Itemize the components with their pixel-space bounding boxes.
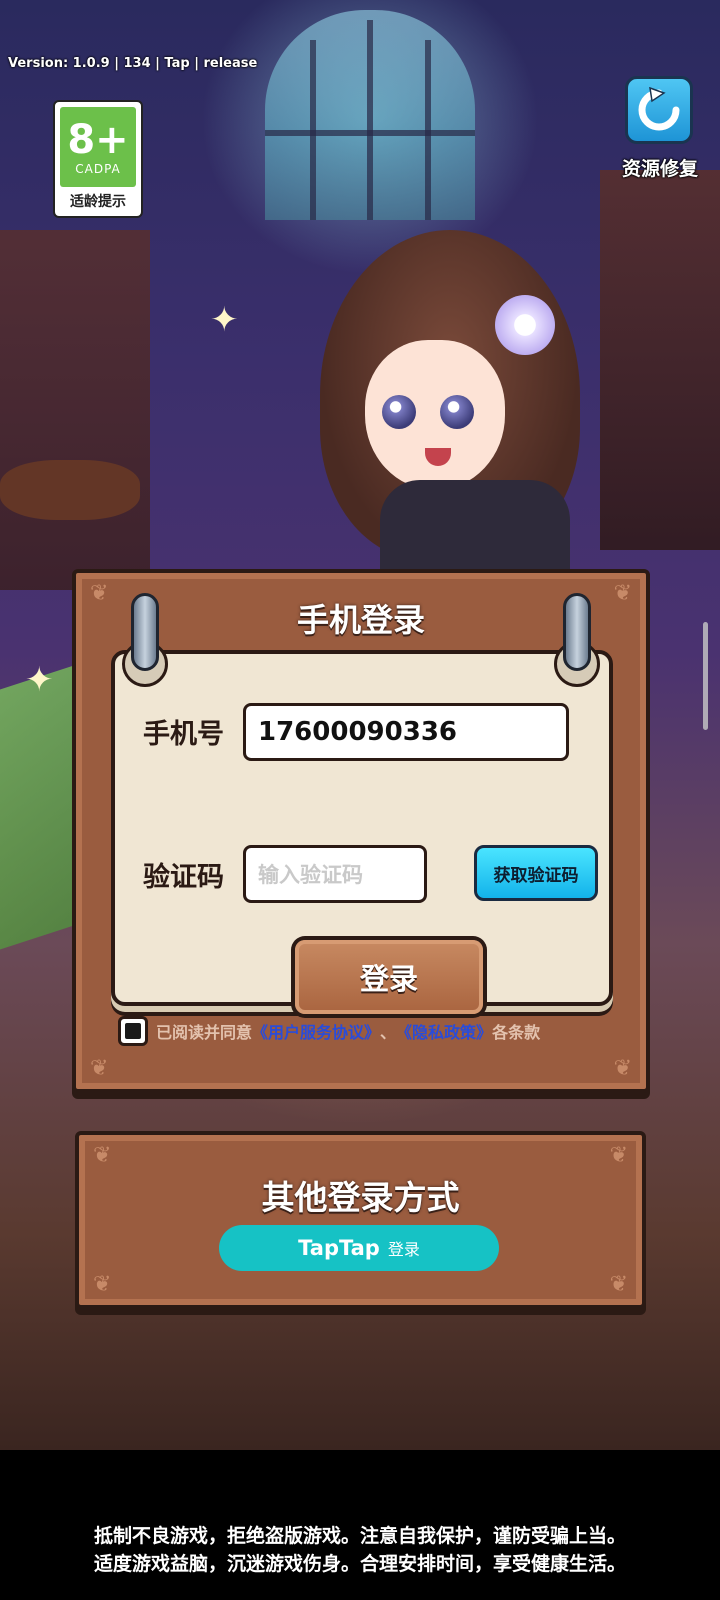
agreement-separator: 、	[380, 1023, 397, 1042]
resource-repair-button[interactable]	[625, 76, 693, 144]
get-code-button[interactable]: 获取验证码	[474, 845, 598, 901]
health-notice-line: 适度游戏益脑，沉迷游戏伤身。合理安排时间，享受健康生活。	[93, 1553, 626, 1575]
character-eye	[440, 395, 474, 429]
phone-label: 手机号	[143, 719, 224, 750]
taptap-login-label: 登录	[387, 1240, 420, 1259]
verification-code-input[interactable]: 输入验证码	[243, 845, 427, 903]
phone-login-panel: ❦ ❦ ❦ ❦ 手机登录 手机号 17600090336 验证码 输入验证码 获…	[72, 569, 650, 1093]
user-agreement-link[interactable]: 《用户服务协议》	[252, 1019, 380, 1043]
corner-ornament-icon: ❦	[609, 1272, 628, 1297]
age-rating-number: 8+	[67, 117, 129, 163]
corner-ornament-icon: ❦	[613, 1056, 632, 1081]
other-login-panel: ❦ ❦ ❦ ❦ 其他登录方式 TapTap 登录	[75, 1131, 646, 1309]
health-notice-line: 抵制不良游戏，拒绝盗版游戏。注意自我保护，谨防受骗上当。	[93, 1525, 626, 1547]
version-text: Version: 1.0.9 | 134 | Tap | release	[8, 56, 258, 71]
window-transom	[265, 130, 475, 136]
binder-ring-icon	[131, 593, 159, 671]
checkbox-checked-icon	[125, 1023, 141, 1039]
agreement-checkbox[interactable]	[118, 1016, 148, 1046]
age-rating-badge[interactable]: 8+ CADPA 适龄提示	[53, 100, 143, 218]
phone-login-title: 手机登录	[296, 601, 425, 639]
health-notice: 抵制不良游戏，拒绝盗版游戏。注意自我保护，谨防受骗上当。 适度游戏益脑，沉迷游戏…	[0, 1522, 720, 1578]
login-button[interactable]: 登录	[291, 936, 487, 1018]
agreement-suffix: 各条款	[492, 1023, 541, 1042]
corner-ornament-icon: ❦	[93, 1272, 112, 1297]
privacy-policy-link[interactable]: 《隐私政策》	[396, 1019, 492, 1043]
corner-ornament-icon: ❦	[609, 1143, 628, 1168]
login-button-label: 登录	[295, 940, 483, 1014]
agreement-prefix: 已阅读并同意	[156, 1023, 253, 1042]
binder-ring-icon	[563, 593, 591, 671]
resource-repair-label: 资源修复	[621, 158, 698, 180]
character-body	[380, 480, 570, 570]
window-mullion	[367, 20, 373, 220]
character-eye	[382, 395, 416, 429]
sparkle-icon: ✦	[25, 660, 54, 700]
background-bookshelf-right	[600, 170, 720, 550]
background-table	[0, 460, 140, 520]
scrollbar[interactable]	[703, 622, 708, 730]
verification-code-label: 验证码	[143, 862, 224, 893]
phone-input[interactable]: 17600090336	[243, 703, 569, 761]
agreement-row: 已阅读并同意 《用户服务协议》 、 《隐私政策》 各条款	[118, 1015, 540, 1047]
age-rating-org: CADPA	[75, 162, 121, 176]
other-login-title: 其他登录方式	[261, 1178, 460, 1217]
age-rating-label: 适龄提示	[70, 194, 126, 210]
taptap-login-button[interactable]: TapTap 登录	[219, 1225, 499, 1271]
taptap-logo: TapTap	[298, 1236, 380, 1260]
corner-ornament-icon: ❦	[93, 1143, 112, 1168]
sparkle-icon: ✦	[210, 300, 239, 340]
background-bookshelf-left	[0, 230, 150, 590]
refresh-icon	[638, 87, 680, 131]
corner-ornament-icon: ❦	[90, 1056, 109, 1081]
character-flower	[495, 295, 555, 355]
login-form-card: 手机号 17600090336 验证码 输入验证码 获取验证码 登录	[111, 650, 613, 1018]
age-rating-icon: 8+ CADPA	[60, 107, 136, 187]
